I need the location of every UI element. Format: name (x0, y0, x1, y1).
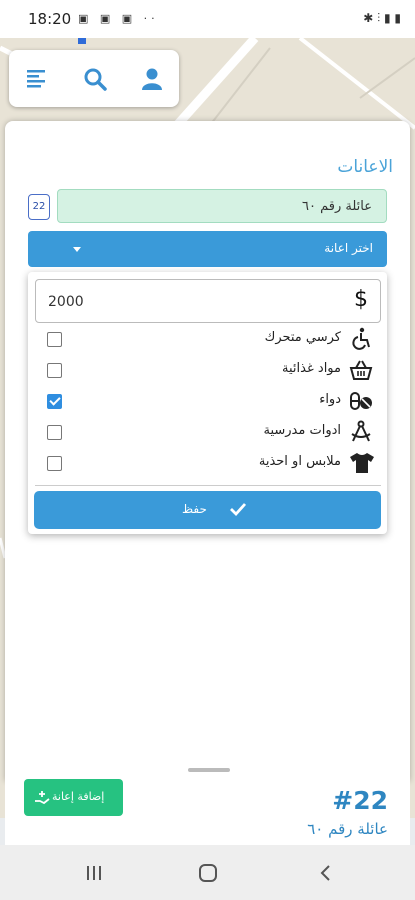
wheelchair-icon (349, 327, 373, 351)
user-icon[interactable] (141, 67, 167, 93)
option-checkbox[interactable] (47, 332, 62, 347)
system-icons: ✱ ⫶ ▮ ▮ (363, 11, 401, 25)
aid-select-label: اختر اعانة (324, 241, 373, 255)
aid-type-select[interactable]: اختر اعانة (28, 231, 387, 267)
option-checkbox[interactable] (47, 425, 62, 440)
aid-option-wheelchair[interactable]: كرسي متحرك (28, 327, 387, 357)
family-number: #22 (332, 786, 388, 815)
dollar-icon: $ (354, 287, 368, 312)
family-field[interactable]: عائلة رقم ٦٠ (57, 189, 387, 223)
option-label: ادوات مدرسية (263, 423, 341, 438)
android-nav-bar (0, 845, 415, 900)
option-label: مواد غذائية (282, 361, 341, 376)
family-id-badge: 22 (28, 194, 50, 220)
aid-dropdown: $ كرسي متحرك مواد غذائية دواء (28, 272, 387, 534)
save-button[interactable]: حفظ (34, 491, 381, 529)
aid-option-clothes[interactable]: ملابس او احذية (28, 451, 387, 481)
option-checkbox[interactable] (47, 456, 62, 471)
add-aid-button[interactable]: إضافة إعانة (24, 779, 123, 816)
notification-icons: ▣ ▣ ▣ ·· (78, 12, 159, 25)
panel-title: الاعانات (337, 157, 393, 177)
option-label: ملابس او احذية (258, 454, 341, 469)
search-icon[interactable] (83, 67, 109, 93)
amount-input[interactable] (46, 289, 330, 315)
aid-option-school[interactable]: ادوات مدرسية (28, 420, 387, 450)
tshirt-icon (349, 451, 374, 475)
family-name: عائلة رقم ٦٠ (307, 820, 388, 838)
back-icon[interactable] (316, 863, 338, 885)
basket-icon (349, 358, 373, 382)
amount-field[interactable]: $ (35, 279, 381, 323)
aid-option-food[interactable]: مواد غذائية (28, 358, 387, 388)
hand-holding-icon (34, 789, 50, 809)
home-icon[interactable] (198, 863, 220, 885)
sheet-drag-handle[interactable] (188, 768, 230, 772)
divider (35, 485, 381, 486)
option-label: كرسي متحرك (264, 330, 341, 345)
status-bar: 18:20 ▣ ▣ ▣ ·· ✱ ⫶ ▮ ▮ (0, 0, 415, 38)
status-time: 18:20 (28, 10, 72, 28)
add-aid-label: إضافة إعانة (52, 790, 105, 803)
option-label: دواء (319, 392, 341, 407)
check-icon (229, 500, 247, 522)
option-checkbox[interactable] (47, 363, 62, 378)
menu-icon[interactable] (26, 67, 52, 93)
map-toolbar (9, 50, 179, 107)
save-button-label: حفظ (182, 502, 207, 516)
pills-icon (349, 389, 373, 413)
drafting-compass-icon (349, 420, 373, 444)
caret-down-icon (73, 247, 81, 252)
recent-apps-icon[interactable] (84, 863, 106, 885)
aid-option-medicine[interactable]: دواء (28, 389, 387, 419)
option-checkbox-checked[interactable] (47, 394, 62, 409)
